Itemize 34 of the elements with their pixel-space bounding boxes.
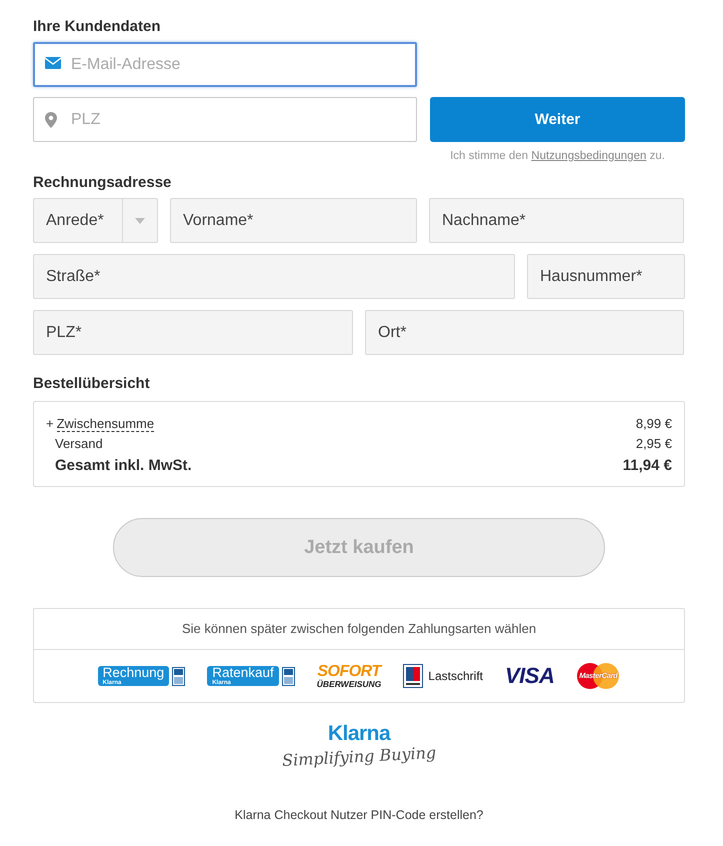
total-amount: 11,94 €	[622, 457, 672, 474]
payment-logo: SOFORT ÜBERWEISUNG	[316, 664, 382, 688]
dropdown-button[interactable]	[122, 198, 158, 243]
line-label: Versand	[54, 436, 103, 451]
continue-button[interactable]: Weiter	[430, 97, 685, 142]
email-field[interactable]: E-Mail-Adresse	[33, 42, 417, 87]
terms-link[interactable]: Nutzungsbedingungen	[531, 150, 646, 162]
terms-text: Ich stimme den Nutzungsbedingungen zu.	[450, 150, 665, 162]
input-field[interactable]: Hausnummer*	[527, 254, 685, 299]
payment-label: Lastschrift	[428, 669, 483, 683]
input-field[interactable]: Ort*	[365, 310, 684, 355]
input-field[interactable]: Vorname*	[170, 198, 417, 243]
section-heading: Bestellübersicht	[33, 375, 150, 392]
section-heading: Rechnungsadresse	[33, 174, 172, 191]
amount: 2,95 €	[636, 436, 672, 451]
input-field[interactable]: Straße*	[33, 254, 515, 299]
seal-icon	[282, 666, 295, 686]
subtotal-link[interactable]: Zwischensumme	[56, 416, 154, 432]
total-label: Gesamt inkl. MwSt.	[54, 457, 192, 474]
dropdown-arrow-icon	[135, 218, 145, 224]
payment-logo: VISA	[504, 663, 554, 689]
salutation-select[interactable]: Anrede*	[33, 198, 122, 243]
seal-icon	[172, 666, 186, 686]
input-field[interactable]: Nachname*	[429, 198, 684, 243]
payment-caption: Sie können später zwischen folgenden Zahlungsarten wählen	[34, 609, 684, 650]
expand-toggle[interactable]: +	[46, 416, 54, 432]
ec-icon	[403, 664, 424, 688]
location-pin-icon	[45, 112, 57, 128]
section-heading: Ihre Kundendaten	[33, 18, 161, 35]
pin-code-link[interactable]: Klarna Checkout Nutzer PIN-Code erstellen?	[234, 808, 484, 822]
envelope-icon	[45, 57, 61, 69]
amount: 8,99 €	[636, 416, 672, 432]
input-field[interactable]: PLZ*	[33, 310, 353, 355]
zip-field[interactable]: PLZ	[33, 97, 417, 142]
